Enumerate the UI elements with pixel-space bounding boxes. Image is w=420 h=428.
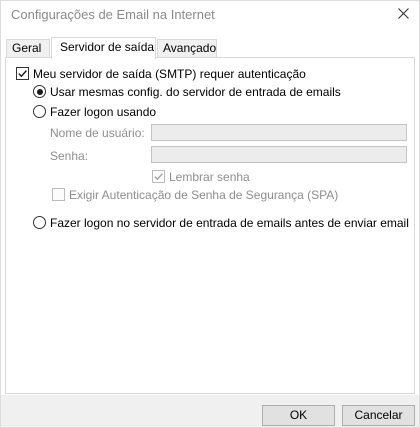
spa-option[interactable]: Exigir Autenticação de Senha de Seguranç… — [52, 188, 338, 202]
logon-incoming-first-radio[interactable] — [33, 216, 46, 229]
checkmark-icon — [18, 70, 27, 78]
window-title: Configurações de Email na Internet — [11, 7, 215, 22]
tab-label: Avançado — [163, 41, 217, 55]
smtp-auth-option[interactable]: Meu servidor de saída (SMTP) requer aute… — [16, 67, 306, 81]
logon-incoming-first-label: Fazer logon no servidor de entrada de em… — [50, 216, 409, 230]
logon-incoming-first-option[interactable]: Fazer logon no servidor de entrada de em… — [33, 216, 409, 230]
same-settings-radio[interactable] — [33, 85, 46, 98]
username-field[interactable] — [151, 124, 407, 141]
tab-avancado[interactable]: Avançado — [157, 39, 217, 57]
tab-panel-servidor-de-saida: Meu servidor de saída (SMTP) requer aute… — [5, 57, 415, 394]
same-settings-label: Usar mesmas config. do servidor de entra… — [50, 85, 341, 99]
password-label: Senha: — [50, 149, 89, 163]
spa-label: Exigir Autenticação de Senha de Seguranç… — [69, 188, 339, 202]
remember-password-option[interactable]: Lembrar senha — [152, 170, 250, 184]
tab-label: Geral — [12, 41, 42, 55]
dialog-footer: OK Cancelar — [1, 395, 419, 427]
logon-using-label: Fazer logon usando — [50, 105, 157, 119]
radio-selected-dot — [36, 88, 43, 95]
remember-password-checkbox[interactable] — [152, 170, 165, 183]
password-field[interactable] — [151, 146, 407, 163]
logon-using-radio[interactable] — [33, 105, 46, 118]
ok-button[interactable]: OK — [262, 405, 335, 426]
close-icon — [397, 8, 409, 19]
checkmark-icon — [154, 173, 163, 181]
tab-geral[interactable]: Geral — [6, 39, 50, 57]
smtp-auth-label: Meu servidor de saída (SMTP) requer aute… — [33, 67, 306, 81]
email-settings-dialog: Configurações de Email na Internet Geral… — [0, 0, 420, 428]
cancel-button[interactable]: Cancelar — [342, 405, 415, 426]
tab-servidor-de-saida[interactable]: Servidor de saída — [51, 37, 156, 59]
tab-label: Servidor de saída — [60, 40, 155, 54]
logon-using-option[interactable]: Fazer logon usando — [33, 105, 156, 119]
close-button[interactable] — [391, 4, 415, 26]
remember-password-label: Lembrar senha — [169, 170, 250, 184]
username-label: Nome de usuário: — [50, 126, 145, 140]
spa-checkbox[interactable] — [52, 188, 65, 201]
same-settings-option[interactable]: Usar mesmas config. do servidor de entra… — [33, 85, 341, 99]
smtp-auth-checkbox[interactable] — [16, 67, 29, 80]
title-bar: Configurações de Email na Internet — [1, 1, 419, 31]
